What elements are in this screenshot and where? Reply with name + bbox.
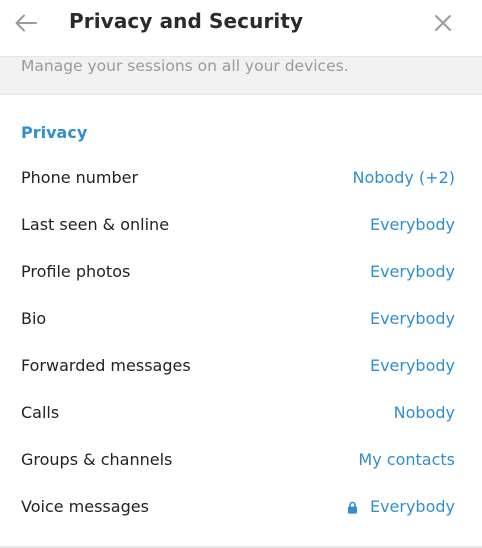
row-value[interactable]: Nobody (+2) bbox=[353, 168, 455, 187]
row-value[interactable]: Everybody bbox=[370, 309, 455, 328]
row-label: Phone number bbox=[21, 168, 139, 187]
page-title: Privacy and Security bbox=[69, 9, 304, 33]
row-value[interactable]: Everybody bbox=[370, 262, 455, 281]
row-value[interactable]: Everybody bbox=[370, 215, 455, 234]
privacy-row-groups-channels[interactable]: Groups & channels My contacts bbox=[0, 438, 482, 485]
row-value-text: Nobody bbox=[393, 403, 455, 422]
row-label: Forwarded messages bbox=[21, 356, 191, 375]
privacy-row-last-seen[interactable]: Last seen & online Everybody bbox=[0, 203, 482, 250]
row-label: Groups & channels bbox=[21, 450, 173, 469]
close-button[interactable] bbox=[428, 8, 458, 38]
privacy-row-phone-number[interactable]: Phone number Nobody (+2) bbox=[0, 156, 482, 203]
row-value-text: My contacts bbox=[358, 450, 455, 469]
arrow-left-icon bbox=[15, 14, 37, 32]
row-value-text: Everybody bbox=[369, 356, 455, 375]
lock-icon bbox=[347, 501, 357, 514]
back-button[interactable] bbox=[10, 8, 42, 38]
row-value-text: Everybody bbox=[369, 215, 455, 234]
privacy-row-profile-photos[interactable]: Profile photos Everybody bbox=[0, 250, 482, 297]
privacy-row-forwarded-messages[interactable]: Forwarded messages Everybody bbox=[0, 344, 482, 391]
row-value[interactable]: Nobody bbox=[394, 403, 455, 422]
row-label: Calls bbox=[21, 403, 60, 422]
row-label: Last seen & online bbox=[21, 215, 170, 234]
row-label: Profile photos bbox=[21, 262, 131, 281]
row-value-text: Nobody (+2) bbox=[352, 168, 455, 187]
close-icon bbox=[435, 15, 451, 31]
row-label: Voice messages bbox=[21, 497, 149, 516]
row-value[interactable]: Everybody bbox=[370, 356, 455, 375]
row-value[interactable]: My contacts bbox=[358, 450, 455, 469]
row-value-text: Everybody bbox=[369, 309, 455, 328]
row-label: Bio bbox=[21, 309, 47, 328]
row-value-text: Everybody bbox=[369, 262, 455, 281]
sessions-description: Manage your sessions on all your devices… bbox=[0, 56, 482, 95]
header-bar: Privacy and Security bbox=[0, 0, 482, 46]
row-value[interactable]: Everybody bbox=[347, 497, 455, 516]
section-title-privacy: Privacy bbox=[21, 123, 88, 142]
privacy-row-voice-messages[interactable]: Voice messages Everybody bbox=[0, 485, 482, 532]
sessions-text: Manage your sessions on all your devices… bbox=[21, 57, 349, 75]
privacy-row-calls[interactable]: Calls Nobody bbox=[0, 391, 482, 438]
row-value-text: Everybody bbox=[369, 497, 455, 516]
privacy-row-bio[interactable]: Bio Everybody bbox=[0, 297, 482, 344]
